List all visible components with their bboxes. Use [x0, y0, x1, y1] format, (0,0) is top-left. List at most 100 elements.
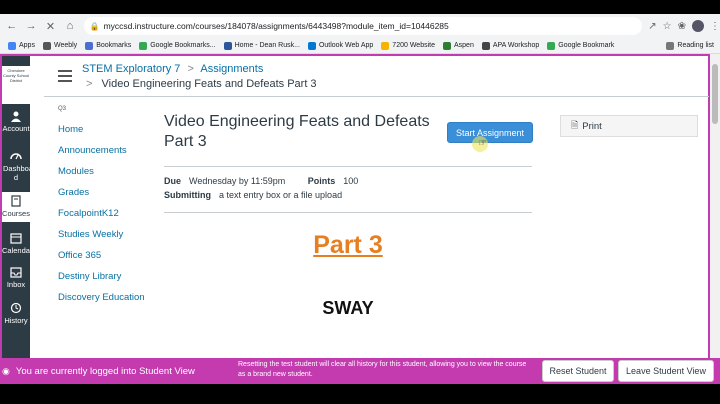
google-icon — [139, 41, 148, 50]
breadcrumb-course[interactable]: STEM Exploratory 7 — [82, 63, 180, 75]
content-subheading: SWAY — [322, 298, 374, 318]
nav-account[interactable]: Account — [2, 110, 30, 133]
submitting-row: Submitting a text entry box or a file upl… — [164, 190, 342, 200]
course-nav-announcements[interactable]: Announcements — [58, 145, 145, 166]
student-view-message: You are currently logged into Student Vi… — [15, 365, 195, 377]
folder-icon — [381, 41, 390, 50]
course-nav-discovery-education[interactable]: Discovery Education — [58, 292, 145, 313]
apa-icon — [481, 41, 490, 50]
inbox-icon — [10, 267, 22, 278]
nav-courses[interactable]: Courses — [2, 192, 30, 222]
breadcrumb-separator: > — [187, 63, 194, 75]
nav-inbox[interactable]: Inbox — [2, 266, 30, 289]
bookmark-icon — [85, 41, 94, 50]
reading-list[interactable]: Reading list — [666, 41, 714, 50]
bookmarks-bar: Apps Weebly Bookmarks Google Bookmarks..… — [0, 38, 720, 54]
screen: ← → ✕ ⌂ 🔒 myccsd.instructure.com/courses… — [0, 0, 720, 404]
url-field[interactable]: 🔒 myccsd.instructure.com/courses/184078/… — [83, 17, 643, 35]
due-row: Due Wednesday by 11:59pm Points 100 — [164, 176, 358, 186]
bookmark-google-bookmarks[interactable]: Google Bookmarks... — [139, 41, 216, 50]
course-nav-destiny-library[interactable]: Destiny Library — [58, 271, 145, 292]
back-icon[interactable]: ← — [4, 18, 19, 34]
courses-icon — [11, 195, 21, 207]
top-letterbox — [0, 0, 720, 14]
breadcrumb-separator: > — [86, 78, 93, 90]
bookmark-google-bookmark[interactable]: Google Bookmark — [547, 41, 614, 50]
breadcrumb-assignments[interactable]: Assignments — [200, 63, 263, 75]
details-top-divider — [164, 166, 532, 167]
bookmark-apps[interactable]: Apps — [8, 41, 35, 50]
lock-icon: 🔒 — [89, 21, 100, 31]
bookmark-apa[interactable]: APA Workshop — [481, 41, 539, 50]
global-nav: Cherokee County School District Account … — [2, 56, 36, 358]
google-icon — [547, 41, 556, 50]
extensions-icon[interactable]: ❀ — [678, 21, 686, 32]
address-bar-row: ← → ✕ ⌂ 🔒 myccsd.instructure.com/courses… — [0, 14, 720, 38]
url-text: myccsd.instructure.com/courses/184078/as… — [103, 21, 449, 31]
word-icon — [223, 41, 232, 50]
student-view-message-row: ◉ You are currently logged into Student … — [0, 358, 195, 384]
course-nav: Q3 Home Announcements Modules Grades Foc… — [58, 106, 145, 313]
scrollbar-thumb[interactable] — [712, 64, 718, 124]
assignment-title: Video Engineering Feats and Defeats Part… — [164, 113, 430, 150]
calendar-icon — [10, 233, 22, 244]
document-icon: 🗎 — [571, 120, 579, 130]
outlook-icon — [307, 41, 316, 50]
bookmark-dean-rusk[interactable]: Home - Dean Rusk... — [223, 41, 300, 50]
submitting-value: a text entry box or a file upload — [219, 190, 343, 200]
forward-icon[interactable]: → — [23, 18, 38, 34]
share-icon[interactable]: ↗ — [648, 21, 656, 32]
bookmark-weebly[interactable]: Weebly — [42, 41, 77, 50]
course-nav-modules[interactable]: Modules — [58, 166, 145, 187]
dashboard-icon — [10, 153, 22, 160]
reset-student-button[interactable]: Reset Student — [542, 360, 614, 382]
details-bottom-divider — [164, 212, 532, 213]
aspen-icon — [442, 41, 451, 50]
nav-calendar[interactable]: Calendar — [2, 232, 32, 255]
points-value: 100 — [343, 176, 359, 186]
course-nav-focalpoint[interactable]: FocalpointK12 — [58, 208, 145, 229]
leave-student-view-button[interactable]: Leave Student View — [618, 360, 714, 382]
print-button[interactable]: 🗎 Print — [560, 115, 698, 137]
course-nav-studies-weekly[interactable]: Studies Weekly — [58, 229, 145, 250]
account-icon — [11, 111, 21, 122]
history-icon — [10, 302, 22, 314]
points-label: Points — [307, 176, 336, 186]
content-heading: Part 3 — [313, 231, 383, 259]
nav-dashboard[interactable]: Dashboar d — [2, 150, 36, 182]
bookmark-7200[interactable]: 7200 Website — [381, 41, 435, 50]
canvas-page: Cherokee County School District Account … — [0, 54, 710, 358]
breadcrumb-current: Video Engineering Feats and Defeats Part… — [101, 78, 317, 90]
bottom-letterbox — [0, 384, 720, 404]
course-nav-home[interactable]: Home — [58, 124, 145, 145]
weebly-icon — [42, 41, 51, 50]
star-icon[interactable]: ☆ — [663, 21, 672, 32]
student-view-bar: ◉ You are currently logged into Student … — [0, 358, 720, 384]
breadcrumb-current-row: > Video Engineering Feats and Defeats Pa… — [86, 78, 317, 90]
course-menu-toggle-icon[interactable] — [58, 70, 72, 85]
bookmark-outlook[interactable]: Outlook Web App — [307, 41, 373, 50]
student-view-note: Resetting the test student will clear al… — [238, 361, 527, 378]
bookmark-bookmarks[interactable]: Bookmarks — [85, 41, 131, 50]
home-icon[interactable]: ⌂ — [62, 18, 77, 34]
course-nav-office-365[interactable]: Office 365 — [58, 250, 145, 271]
reading-list-icon — [666, 41, 675, 50]
district-logo[interactable]: Cherokee County School District — [2, 66, 30, 104]
eye-icon: ◉ — [2, 365, 10, 376]
due-value: Wednesday by 11:59pm — [189, 176, 286, 186]
stop-icon[interactable]: ✕ — [43, 18, 58, 34]
menu-icon[interactable]: ⋮ — [710, 21, 720, 32]
header-divider — [44, 96, 709, 97]
bookmark-aspen[interactable]: Aspen — [442, 41, 474, 50]
apps-icon — [8, 41, 16, 50]
mouse-pointer-icon: ☞ — [478, 138, 487, 149]
browser-actions: ↗ ☆ ❀ ⋮ — [648, 20, 720, 32]
start-assignment-button[interactable]: Start Assignment — [447, 122, 533, 143]
due-label: Due — [164, 176, 182, 186]
term-label: Q3 — [58, 106, 67, 112]
profile-avatar[interactable] — [692, 20, 704, 32]
submitting-label: Submitting — [164, 190, 211, 200]
course-nav-grades[interactable]: Grades — [58, 187, 145, 208]
breadcrumb: STEM Exploratory 7 > Assignments — [82, 63, 263, 75]
nav-history[interactable]: History — [2, 302, 30, 325]
